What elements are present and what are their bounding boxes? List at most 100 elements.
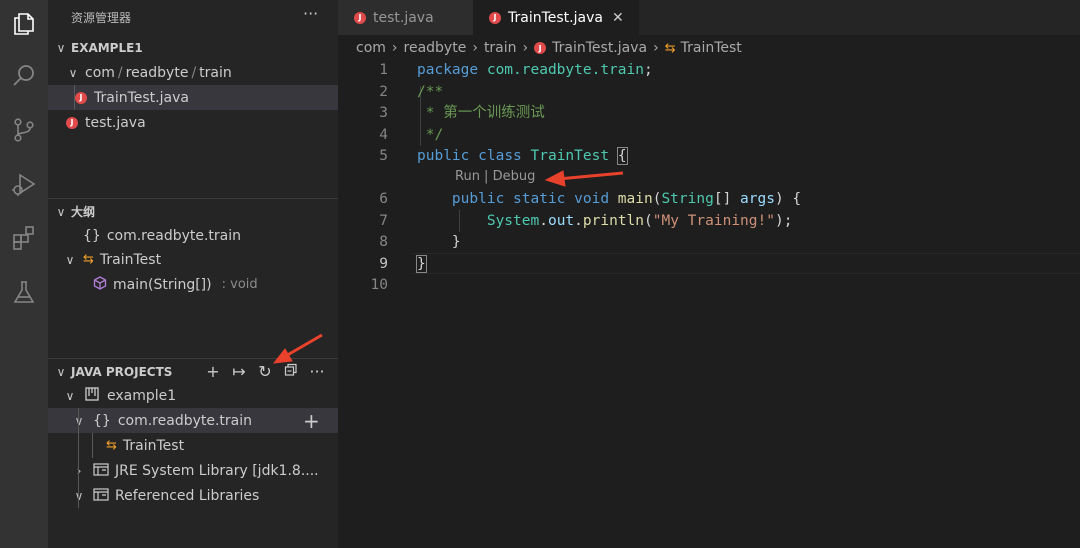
code-line: }: [416, 254, 427, 273]
java-file-icon: J: [534, 42, 547, 54]
namespace-icon: {}: [93, 412, 111, 429]
chevron-down-icon: ∨: [56, 40, 66, 55]
breadcrumb-item[interactable]: com: [356, 40, 386, 56]
breadcrumb-item[interactable]: TrainTest: [681, 40, 742, 56]
java-projects-header[interactable]: ∨ JAVA PROJECTS + ↦ ↻ ···: [48, 359, 338, 384]
tab-traintest-java[interactable]: J TrainTest.java ✕: [473, 0, 639, 35]
package-item[interactable]: ∨ {} com.readbyte.train +: [48, 408, 338, 433]
project-icon: [85, 386, 99, 405]
file-label: test.java: [85, 114, 146, 131]
chevron-down-icon: ∨: [72, 489, 86, 503]
outline-item-package[interactable]: {} com.readbyte.train: [48, 223, 338, 248]
explorer-header: 资源管理器 ···: [48, 0, 338, 35]
chevron-down-icon: ∨: [68, 65, 78, 80]
line-number: 5: [379, 148, 388, 164]
run-debug-icon[interactable]: [0, 160, 48, 208]
library-label: JRE System Library [jdk1.8....: [115, 462, 319, 479]
indent-guide: [74, 85, 75, 110]
chevron-down-icon: ∨: [56, 364, 66, 379]
extensions-icon[interactable]: [0, 214, 48, 262]
chevron-right-icon: ›: [653, 40, 659, 56]
outline-header[interactable]: ∨ 大纲: [48, 199, 338, 224]
outline-item-method[interactable]: main(String[]) : void: [48, 272, 338, 297]
source-control-icon[interactable]: [0, 106, 48, 154]
code-line: /**: [417, 83, 444, 100]
file-label: TrainTest.java: [94, 89, 189, 106]
code-line: }: [451, 234, 461, 250]
breadcrumb-item[interactable]: readbyte: [404, 40, 467, 56]
line-number: 6: [379, 191, 388, 207]
line-number: 4: [379, 126, 388, 143]
outline-item-class[interactable]: ∨ ⇆ TrainTest: [48, 247, 338, 272]
export-jar-icon[interactable]: ↦: [226, 362, 252, 381]
more-actions-button[interactable]: ···: [303, 4, 318, 23]
code-line: * 第一个训练测试: [417, 105, 545, 121]
breadcrumb-item[interactable]: train: [484, 40, 517, 56]
tab-bar: J test.java J TrainTest.java ✕: [338, 0, 1080, 35]
library-icon: [93, 462, 109, 480]
codelens-run-debug[interactable]: Run | Debug: [455, 169, 535, 184]
breadcrumb-item[interactable]: TrainTest.java: [552, 40, 647, 56]
folder-segment: com: [85, 64, 115, 81]
editor-area: J test.java J TrainTest.java ✕ com › rea…: [338, 0, 1080, 548]
java-projects-toolbar: + ↦ ↻ ···: [200, 359, 330, 384]
java-file-icon: J: [66, 116, 78, 129]
chevron-down-icon: ∨: [56, 204, 66, 219]
folder-segment: readbyte: [125, 64, 189, 81]
tab-label: TrainTest.java: [508, 9, 603, 26]
outline-label: TrainTest: [99, 251, 162, 268]
indent-guide: [92, 433, 93, 458]
java-file-icon: J: [354, 11, 366, 24]
file-item-traintest[interactable]: J TrainTest.java: [48, 85, 338, 110]
line-number-current: 9: [379, 255, 388, 272]
folder-item[interactable]: ∨ com / readbyte / train: [48, 60, 338, 85]
explorer-sidebar: 资源管理器 ··· ∨ EXAMPLE1 ∨ com / readbyte / …: [48, 0, 338, 548]
files-icon[interactable]: [0, 0, 48, 48]
refresh-icon[interactable]: ↻: [252, 362, 278, 381]
breadcrumb: com › readbyte › train › J TrainTest.jav…: [356, 36, 742, 60]
class-label: TrainTest: [122, 437, 185, 454]
line-number: 7: [379, 212, 388, 229]
chevron-right-icon: ›: [472, 40, 478, 56]
code-line: System.out.println("My Training!");: [486, 212, 793, 229]
project-item[interactable]: ∨ example1: [48, 383, 338, 408]
outline-label: main(String[]): [113, 276, 212, 293]
class-icon: ⇆: [106, 438, 117, 453]
code-line: public static void main(String[] args) {: [451, 191, 802, 207]
search-icon[interactable]: [0, 52, 48, 100]
workspace-header[interactable]: ∨ EXAMPLE1: [48, 35, 338, 60]
jre-library-item[interactable]: › JRE System Library [jdk1.8....: [48, 458, 338, 483]
collapse-all-icon[interactable]: [278, 362, 304, 381]
line-number: 1: [379, 62, 388, 78]
more-icon[interactable]: ···: [304, 362, 330, 381]
tab-test-java[interactable]: J test.java: [338, 0, 473, 35]
chevron-right-icon: ›: [522, 40, 529, 56]
code-line: package com.readbyte.train;: [417, 62, 653, 78]
folder-segment: train: [199, 64, 232, 81]
chevron-down-icon: ∨: [72, 414, 86, 428]
referenced-libraries-item[interactable]: ∨ Referenced Libraries: [48, 483, 338, 508]
class-icon: ⇆: [664, 40, 676, 56]
chevron-down-icon: ∨: [65, 388, 75, 403]
line-number: 8: [379, 234, 388, 250]
java-file-icon: J: [489, 11, 501, 24]
close-icon[interactable]: ✕: [612, 10, 624, 26]
file-item-test[interactable]: J test.java: [48, 110, 338, 135]
outline-detail: : void: [221, 277, 258, 292]
method-cube-icon: [93, 275, 107, 294]
workspace-name: EXAMPLE1: [71, 40, 143, 55]
current-line-highlight: [411, 253, 1080, 274]
new-class-icon[interactable]: +: [303, 409, 320, 433]
testing-icon[interactable]: [0, 268, 48, 316]
package-label: com.readbyte.train: [117, 412, 253, 429]
tab-label: test.java: [373, 9, 434, 26]
line-number: 2: [379, 83, 388, 100]
java-projects-title: JAVA PROJECTS: [71, 364, 173, 379]
activity-bar: [0, 0, 48, 548]
add-icon[interactable]: +: [200, 362, 226, 381]
chevron-right-icon: ›: [391, 40, 398, 56]
outline-label: com.readbyte.train: [106, 227, 242, 244]
explorer-title: 资源管理器: [71, 11, 132, 25]
outline-title: 大纲: [71, 205, 96, 219]
indent-guide: [78, 408, 79, 508]
